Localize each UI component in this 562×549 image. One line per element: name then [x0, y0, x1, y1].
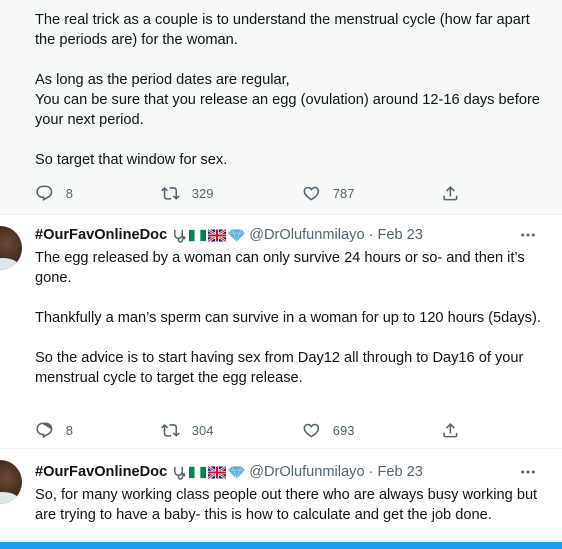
more-options-button[interactable] — [518, 462, 538, 482]
retweet-icon — [161, 423, 180, 437]
reply-button[interactable]: 8 — [35, 182, 73, 204]
reply-count: 8 — [65, 185, 73, 201]
tweet-text: The egg released by a woman can only sur… — [35, 250, 541, 386]
like-count: 693 — [332, 422, 355, 438]
retweet-count: 304 — [191, 422, 214, 438]
tweet-text: So, for many working class people out th… — [35, 487, 538, 523]
tweet-date[interactable]: Feb 23 — [377, 227, 422, 243]
retweet-count: 329 — [191, 185, 214, 201]
author-name[interactable]: #OurFavOnlineDoc — [35, 464, 167, 480]
tweet-actions: 8 329 787 — [35, 182, 475, 204]
share-icon — [443, 422, 458, 438]
separator-dot: · — [368, 227, 374, 243]
reply-icon — [36, 185, 53, 201]
uk-flag-icon — [208, 465, 227, 479]
share-button[interactable] — [441, 182, 460, 204]
uk-flag-icon — [208, 228, 227, 242]
name-emojis — [172, 228, 246, 243]
more-options-button[interactable] — [518, 225, 538, 245]
reply-icon — [36, 422, 53, 438]
more-icon — [521, 470, 535, 474]
tweet-header: #OurFavOnlineDoc @DrOlufunmilayo · Feb 2… — [35, 462, 555, 482]
like-button[interactable]: 787 — [302, 182, 354, 204]
retweet-icon — [161, 186, 180, 200]
stethoscope-icon — [174, 466, 186, 480]
more-icon — [521, 233, 535, 237]
tweet-header: #OurFavOnlineDoc @DrOlufunmilayo · Feb 2… — [35, 225, 555, 245]
retweet-button[interactable]: 329 — [161, 182, 213, 204]
tweet-text: The real trick as a couple is to underst… — [35, 12, 540, 168]
name-emojis — [172, 465, 246, 480]
gem-icon — [228, 466, 246, 479]
avatar[interactable] — [0, 226, 22, 270]
heart-icon — [303, 423, 320, 438]
author-handle[interactable]: @DrOlufunmilayo — [249, 227, 364, 243]
tweet-actions: 8 304 693 — [35, 419, 475, 441]
reply-count: 8 — [65, 422, 73, 438]
separator-dot: · — [368, 464, 374, 480]
bottom-accent-bar — [0, 540, 562, 549]
tweet-3[interactable]: #OurFavOnlineDoc @DrOlufunmilayo · Feb 2… — [0, 449, 562, 542]
nigeria-flag-icon — [189, 466, 207, 478]
share-icon — [443, 185, 458, 201]
stethoscope-icon — [174, 229, 186, 243]
retweet-button[interactable]: 304 — [161, 419, 213, 441]
avatar[interactable] — [0, 460, 22, 504]
author-handle[interactable]: @DrOlufunmilayo — [249, 464, 364, 480]
nigeria-flag-icon — [189, 229, 207, 241]
reply-button[interactable]: 8 — [35, 419, 73, 441]
like-button[interactable]: 693 — [302, 419, 354, 441]
tweet-2[interactable]: #OurFavOnlineDoc @DrOlufunmilayo · Feb 2… — [0, 215, 562, 448]
author-name[interactable]: #OurFavOnlineDoc — [35, 227, 167, 243]
tweet-1[interactable]: The real trick as a couple is to underst… — [0, 0, 562, 214]
gem-icon — [228, 229, 246, 242]
heart-icon — [303, 186, 320, 201]
share-button[interactable] — [441, 419, 460, 441]
tweet-date[interactable]: Feb 23 — [377, 464, 422, 480]
like-count: 787 — [332, 185, 355, 201]
